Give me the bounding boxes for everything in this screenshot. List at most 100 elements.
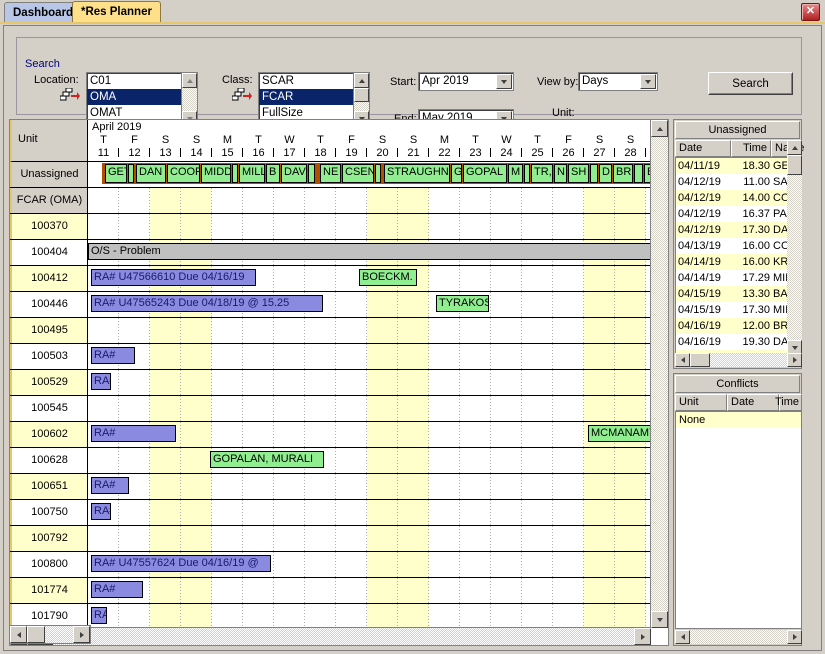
reservation-bar[interactable]: D xyxy=(599,164,612,183)
close-icon[interactable]: ✕ xyxy=(801,3,820,21)
conflicts-col-unit[interactable]: Unit xyxy=(675,394,727,411)
reservation-bar[interactable]: GOPALAN, MURALI xyxy=(210,451,324,468)
reservation-bar[interactable]: TR, xyxy=(531,164,553,183)
reservation-bar[interactable] xyxy=(524,164,530,183)
reservation-bar[interactable]: NE xyxy=(320,164,341,183)
row-timeline[interactable]: RA# U47565243 Due 04/18/19 @ 15.25 TYRAKO… xyxy=(88,292,651,317)
conflicts-scroll-left-icon[interactable] xyxy=(675,630,690,644)
table-row[interactable]: 100529RA# xyxy=(10,370,651,396)
reservation-bar[interactable] xyxy=(128,164,134,183)
row-timeline[interactable] xyxy=(88,526,651,551)
unit-label-100792[interactable]: 100792 xyxy=(10,526,88,551)
row-timeline[interactable] xyxy=(88,396,651,421)
reservation-bar[interactable]: CSEN xyxy=(342,164,374,183)
reservation-bar[interactable]: RA# xyxy=(91,477,129,494)
conflicts-col-time[interactable]: Time xyxy=(779,394,802,411)
unassigned-list[interactable]: 04/11/1918.30GETZ04/12/1911.00SADHA04/12… xyxy=(675,157,788,355)
table-row[interactable]: 100503RA# xyxy=(10,344,651,370)
table-row[interactable]: 100446RA# U47565243 Due 04/18/19 @ 15.25… xyxy=(10,292,651,318)
reservation-bar[interactable]: M xyxy=(508,164,523,183)
unit-label-100651[interactable]: 100651 xyxy=(10,474,88,499)
reservation-bar[interactable]: MILL xyxy=(239,164,265,183)
location-option-1[interactable]: OMA xyxy=(87,89,182,105)
table-row[interactable]: 100602RA#MCMANAMY xyxy=(10,422,651,448)
list-item[interactable]: 04/12/1914.00CONRI xyxy=(676,190,788,206)
table-row[interactable]: FCAR (OMA) xyxy=(10,188,651,214)
table-row[interactable]: 100370 xyxy=(10,214,651,240)
planner-vertical-scrollbar[interactable] xyxy=(650,120,668,628)
unit-label-100750[interactable]: 100750 xyxy=(10,500,88,525)
unassigned-scroll-left-icon[interactable] xyxy=(675,353,690,367)
unit-label-100545[interactable]: 100545 xyxy=(10,396,88,421)
tab-res-planner[interactable]: *Res Planner xyxy=(72,1,161,22)
conflicts-hscrollbar[interactable] xyxy=(675,630,802,644)
list-item[interactable]: 04/12/1917.30DANDI xyxy=(676,222,788,238)
reservation-bar[interactable]: RA# xyxy=(91,503,111,520)
reservation-bar[interactable]: RA# U47557624 Due 04/16/19 @ xyxy=(91,555,271,572)
planner-scroll-right-icon[interactable] xyxy=(634,628,651,645)
table-row[interactable]: 100412RA# U47566610 Due 04/16/19BOECKM. xyxy=(10,266,651,292)
reservation-bar[interactable]: TYRAKOS xyxy=(436,295,489,312)
reservation-bar[interactable]: STRAUGHN xyxy=(384,164,450,183)
chevron-down-icon-3[interactable] xyxy=(640,74,656,89)
unit-label-100446[interactable]: 100446 xyxy=(10,292,88,317)
unit-label-100602[interactable]: 100602 xyxy=(10,422,88,447)
unit-label-100628[interactable]: 100628 xyxy=(10,448,88,473)
reservation-bar[interactable]: MIDD xyxy=(201,164,231,183)
unit-label-fcaroma[interactable]: FCAR (OMA) xyxy=(10,188,88,213)
reservation-bar[interactable] xyxy=(232,164,238,183)
reservation-bar[interactable] xyxy=(634,164,643,183)
tab-dashboard[interactable]: Dashboard xyxy=(4,2,82,22)
conflicts-col-date[interactable]: Date xyxy=(727,394,779,411)
row-timeline[interactable] xyxy=(88,188,651,213)
reservation-bar[interactable]: RA# xyxy=(91,373,111,390)
row-timeline[interactable]: RA#MCMANAMY xyxy=(88,422,651,447)
table-row[interactable]: 100800RA# U47557624 Due 04/16/19 @ xyxy=(10,552,651,578)
reservation-bar[interactable] xyxy=(375,164,381,183)
table-row[interactable]: 101790RA xyxy=(10,604,651,628)
row-timeline[interactable]: RA# xyxy=(88,500,651,525)
row-timeline[interactable]: GOPALAN, MURALI xyxy=(88,448,651,473)
table-row[interactable]: 101774RA# xyxy=(10,578,651,604)
planner-scroll-down-icon[interactable] xyxy=(651,611,668,628)
table-row[interactable]: UnassignedGETDANCOOPMIDDMILLBDAVNECSENST… xyxy=(10,162,651,188)
reservation-bar[interactable]: B xyxy=(266,164,280,183)
reservation-bar[interactable]: BR xyxy=(613,164,633,183)
row-timeline[interactable]: RA# U47557624 Due 04/16/19 @ xyxy=(88,552,651,577)
list-item[interactable]: 04/14/1916.00KRAMI xyxy=(676,254,788,270)
list-item[interactable]: 04/15/1913.30BASHA xyxy=(676,286,788,302)
list-item[interactable]: 04/16/1919.30DAVIS xyxy=(676,334,788,350)
unassigned-vscrollbar[interactable] xyxy=(787,140,802,355)
row-timeline[interactable]: RA# xyxy=(88,344,651,369)
unitcol-scroll-right-icon[interactable] xyxy=(73,626,90,643)
reservation-bar[interactable]: RA# U47565243 Due 04/18/19 @ 15.25 xyxy=(91,295,323,312)
table-row[interactable]: 100545 xyxy=(10,396,651,422)
row-timeline[interactable]: RA# xyxy=(88,474,651,499)
reservation-bar[interactable]: RA xyxy=(91,607,107,624)
class-option-0[interactable]: SCAR xyxy=(259,73,354,89)
conflicts-scroll-right-icon[interactable] xyxy=(787,630,802,644)
list-item[interactable]: 04/12/1911.00SADHA xyxy=(676,174,788,190)
reservation-bar[interactable]: G xyxy=(451,164,462,183)
planner-horizontal-scrollbar[interactable] xyxy=(10,627,651,645)
unit-label-100495[interactable]: 100495 xyxy=(10,318,88,343)
unitcol-scroll-left-icon[interactable] xyxy=(10,626,27,643)
unit-label-100800[interactable]: 100800 xyxy=(10,552,88,577)
unassigned-col-time[interactable]: Time xyxy=(731,140,771,157)
unit-label-100370[interactable]: 100370 xyxy=(10,214,88,239)
reservation-bar[interactable]: COOP xyxy=(167,164,200,183)
chevron-down-icon[interactable] xyxy=(496,74,512,89)
viewby-combo[interactable]: Days xyxy=(578,72,658,91)
unit-label-unassigned[interactable]: Unassigned xyxy=(10,162,88,187)
class-scroll-up-icon[interactable] xyxy=(354,73,369,88)
table-row[interactable]: 100651RA# xyxy=(10,474,651,500)
reservation-bar[interactable]: RA# xyxy=(91,347,135,364)
reservation-bar[interactable] xyxy=(308,164,315,183)
unit-label-100404[interactable]: 100404 xyxy=(10,240,88,265)
location-scroll-up-icon[interactable] xyxy=(182,73,197,88)
table-row[interactable]: 100792 xyxy=(10,526,651,552)
conflicts-list[interactable]: None xyxy=(675,411,802,629)
unassigned-scroll-right-icon[interactable] xyxy=(787,353,802,367)
unit-label-100412[interactable]: 100412 xyxy=(10,266,88,291)
row-timeline[interactable]: RA# xyxy=(88,370,651,395)
